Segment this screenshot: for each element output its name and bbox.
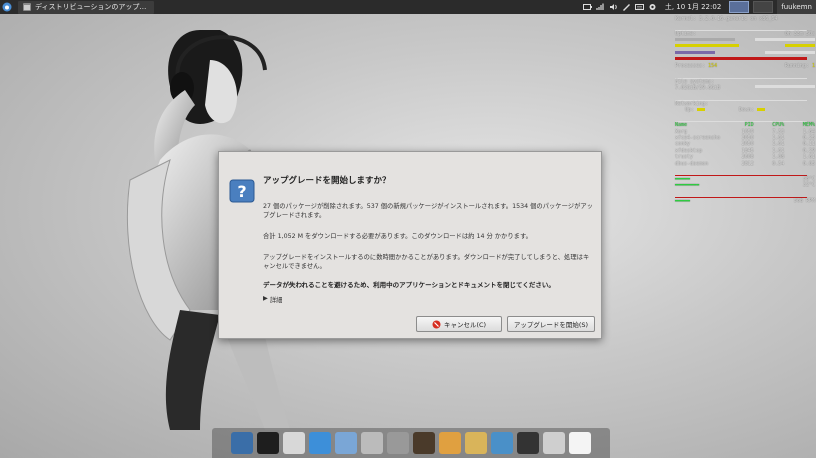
settings-icon[interactable] bbox=[648, 3, 657, 11]
system-tray: 土, 10 1月 22:02 bbox=[582, 1, 777, 13]
net-down-bar bbox=[757, 107, 765, 111]
volume-icon[interactable] bbox=[609, 3, 618, 11]
conky-temp2-value: 32°C bbox=[802, 182, 815, 189]
fs-bar bbox=[755, 85, 815, 89]
workspace-2[interactable] bbox=[753, 1, 774, 13]
conky-processes-value: 154 bbox=[708, 63, 718, 70]
conky-process-row: dbus-daemon 2812 0.54 0.05 bbox=[675, 161, 815, 167]
conky-process-count-row: Processes: 154 Running: 1 bbox=[675, 63, 815, 69]
dock-folder-icon[interactable] bbox=[465, 432, 487, 454]
conky-fan-value: 568 RPM bbox=[793, 197, 815, 204]
conky-fan-row: ▬▬▬▬▬ 568 RPM bbox=[675, 198, 815, 204]
battery-icon[interactable] bbox=[582, 3, 592, 11]
dialog-download-summary: 合計 1,052 M をダウンロードする必要があります。このダウンロードは約 1… bbox=[263, 233, 532, 240]
conky-fan-bar: ▬▬▬▬▬ bbox=[675, 197, 691, 204]
dock-file-manager-icon[interactable] bbox=[283, 432, 305, 454]
conky-net-up-label: Up: bbox=[685, 106, 695, 113]
dock-trash-icon[interactable] bbox=[543, 432, 565, 454]
cancel-button[interactable]: キャンセル(C) bbox=[416, 316, 502, 332]
taskbar-window-button[interactable]: ディストリビューションのアップ… bbox=[18, 0, 154, 14]
username-label: fuukemn bbox=[781, 3, 812, 11]
start-upgrade-label: アップグレードを開始(S) bbox=[513, 321, 589, 329]
dock-music-icon[interactable] bbox=[517, 432, 539, 454]
dock-desktop-icon[interactable] bbox=[231, 432, 253, 454]
user-menu-button[interactable]: fuukemn bbox=[777, 0, 816, 14]
conky-kernel: Kernel: 3.2.0-16-generic on x86_64 bbox=[675, 16, 778, 22]
process-cpu: 0.54 bbox=[772, 160, 785, 167]
dialog-title: アップグレードを開始しますか？ bbox=[263, 176, 391, 186]
keyboard-icon[interactable] bbox=[634, 3, 644, 11]
dock bbox=[212, 428, 610, 458]
dock-paint-icon[interactable] bbox=[439, 432, 461, 454]
dock-settings-icon[interactable] bbox=[491, 432, 513, 454]
start-upgrade-button[interactable]: アップグレードを開始(S) bbox=[507, 316, 595, 332]
ram-bar-2 bbox=[785, 44, 815, 48]
process-mem: 0.05 bbox=[802, 160, 815, 167]
cancel-label: キャンセル(C) bbox=[443, 321, 487, 329]
dock-browser-icon[interactable] bbox=[309, 432, 331, 454]
conky-net-down-label: Down: bbox=[738, 106, 754, 113]
conky-running-label: Running: bbox=[784, 63, 809, 70]
dock-mail-icon[interactable] bbox=[335, 432, 357, 454]
question-icon: ? bbox=[229, 179, 255, 203]
applications-menu-button[interactable] bbox=[0, 0, 14, 14]
dialog-duration-note: アップグレードをインストールするのに数時間かかることがあります。ダウンロードが完… bbox=[263, 254, 590, 270]
conky-temp2-row: ▬▬▬▬▬▬▬▬ 32°C bbox=[675, 182, 815, 188]
dialog-warning: データが失われることを避けるため、利用中のアプリケーションとドキュメントを閉じて… bbox=[263, 281, 555, 289]
workspace-1[interactable] bbox=[729, 1, 750, 13]
cancel-icon bbox=[432, 320, 441, 328]
svg-text:?: ? bbox=[237, 182, 246, 201]
process-pid: 2812 bbox=[741, 160, 754, 167]
conky-running-value: 1 bbox=[811, 63, 815, 70]
xfce-mouse-icon bbox=[2, 2, 12, 12]
swap-bar-2 bbox=[765, 50, 815, 54]
cpu-bar-2 bbox=[755, 37, 815, 41]
conky-net-row: Up: Down: bbox=[675, 107, 815, 113]
top-panel: ディストリビューションのアップ… 土, 10 1月 22:02 fuukemn bbox=[0, 0, 816, 14]
details-label: 詳細 bbox=[269, 297, 283, 304]
dock-search-icon[interactable] bbox=[387, 432, 409, 454]
upgrade-confirm-dialog: ? アップグレードを開始しますか？ 27 個のパッケージが削除されます。537 … bbox=[218, 151, 602, 339]
network-icon[interactable] bbox=[596, 3, 605, 11]
dialog-package-summary: 27 個のパッケージが削除されます。537 個の新規パッケージがインストールされ… bbox=[263, 203, 593, 219]
process-name: dbus-daemon bbox=[675, 160, 709, 167]
dock-terminal-icon[interactable] bbox=[257, 432, 279, 454]
pen-icon[interactable] bbox=[622, 3, 631, 11]
conky-system-monitor: Kernel: 3.2.0-16-generic on x86_64 Uptim… bbox=[675, 16, 815, 204]
swap-bar bbox=[675, 50, 715, 54]
details-expander[interactable]: ▶ 詳細 bbox=[263, 295, 282, 304]
clock[interactable]: 土, 10 1月 22:02 bbox=[665, 2, 721, 12]
dock-chrome-icon[interactable] bbox=[569, 432, 591, 454]
net-up-bar bbox=[697, 107, 706, 111]
ram-bar bbox=[675, 44, 739, 48]
window-app-icon bbox=[23, 3, 31, 11]
dock-media-icon[interactable] bbox=[413, 432, 435, 454]
conky-processes-label: Processes: bbox=[675, 63, 706, 70]
conky-process-list: Xorg 1059 7.53 1.64 xfce4-screensho 3050 1.61 0… bbox=[675, 129, 815, 167]
conky-fs-value: 7.02GiB/39.6GiB bbox=[675, 85, 721, 92]
temp-bar bbox=[675, 56, 807, 60]
dock-mixer-icon[interactable] bbox=[361, 432, 383, 454]
taskbar-window-title: ディストリビューションのアップ… bbox=[35, 3, 147, 11]
cpu-bar bbox=[675, 37, 735, 41]
conky-temp2-bar: ▬▬▬▬▬▬▬▬ bbox=[675, 182, 700, 189]
conky-fs-row: 7.02GiB/39.6GiB bbox=[675, 85, 815, 91]
expander-arrow-icon: ▶ bbox=[263, 295, 268, 302]
